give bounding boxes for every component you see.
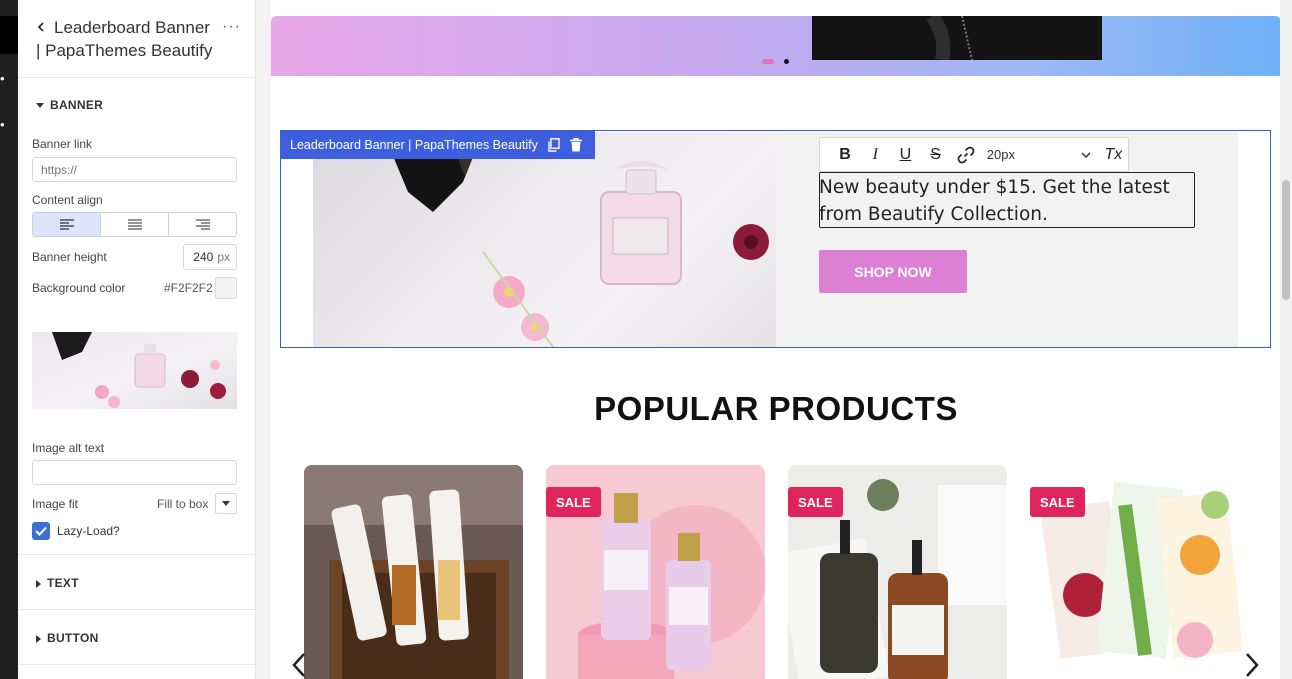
editor-canvas: Leaderboard Banner | PapaThemes Beautify… [256, 0, 1292, 679]
content-align-label: Content align [32, 193, 103, 207]
slide-dot-active[interactable] [762, 59, 774, 64]
italic-button[interactable]: I [860, 137, 890, 172]
font-size-value: 20px [986, 147, 1015, 162]
sale-badge: SALE [1030, 487, 1085, 517]
hero-model-image [812, 11, 1102, 62]
image-fit-value[interactable]: Fill to box [157, 497, 208, 511]
caret-right-icon [36, 634, 41, 643]
rail-dot-icon[interactable]: • [0, 72, 10, 86]
image-alt-label: Image alt text [32, 441, 105, 455]
perfume-flowers-image [52, 332, 226, 408]
banner-height-input[interactable]: 240 px [183, 244, 237, 270]
align-left-icon [59, 219, 74, 230]
caret-down-icon [222, 501, 230, 506]
page-scrollbar[interactable] [1280, 0, 1292, 679]
settings-panel: Leaderboard Banner | PapaThemes Beautify… [18, 0, 256, 679]
block-label-bar: Leaderboard Banner | PapaThemes Beautify [280, 131, 595, 159]
banner-height-unit: px [217, 250, 230, 264]
strikethrough-button[interactable]: S [920, 137, 950, 172]
panel-title: Leaderboard Banner [54, 18, 210, 37]
product-image [304, 465, 523, 679]
banner-image-thumbnail[interactable] [32, 332, 237, 409]
checkmark-icon [35, 526, 47, 536]
align-right-icon [195, 219, 210, 230]
divider [18, 554, 255, 555]
link-icon [957, 146, 975, 163]
product-card[interactable]: SALE [1030, 465, 1249, 679]
slide-dot[interactable] [784, 59, 789, 64]
hero-photo [812, 11, 1102, 62]
section-button-header[interactable]: BUTTON [36, 631, 99, 645]
font-size-select[interactable]: 20px [987, 147, 1099, 162]
hero-slideshow[interactable] [271, 11, 1281, 76]
product-card[interactable] [304, 465, 523, 679]
scrollbar-thumb[interactable] [1282, 180, 1290, 300]
clear-format-button[interactable]: Tx [1099, 137, 1128, 172]
product-card[interactable]: SALE [546, 465, 765, 679]
trash-icon[interactable] [569, 138, 582, 152]
lazy-load-label: Lazy-Load? [57, 524, 120, 538]
caret-right-icon [36, 579, 41, 588]
carousel-prev-icon[interactable] [286, 650, 310, 679]
section-text-header[interactable]: TEXT [36, 576, 79, 590]
banner-link-input[interactable] [32, 157, 237, 182]
align-left-button[interactable] [33, 213, 101, 236]
sale-badge: SALE [788, 487, 843, 517]
block-label: Leaderboard Banner | PapaThemes Beautify [290, 138, 538, 152]
background-color-label: Background color [32, 281, 126, 295]
image-alt-input[interactable] [32, 460, 237, 485]
sale-badge: SALE [546, 487, 601, 517]
duplicate-icon[interactable] [548, 138, 560, 152]
banner-link-label: Banner link [32, 137, 93, 151]
background-color-hex: #F2F2F2 [164, 281, 213, 295]
chevron-down-icon [1081, 151, 1091, 158]
bold-button[interactable]: B [830, 137, 860, 172]
align-right-button[interactable] [169, 213, 236, 236]
store-page-preview: Leaderboard Banner | PapaThemes Beautify… [271, 0, 1281, 679]
app-rail: • • [0, 0, 18, 679]
banner-height-label: Banner height [32, 250, 107, 264]
carousel-next-icon[interactable] [1241, 650, 1265, 679]
shop-now-button[interactable]: SHOP NOW [819, 250, 967, 293]
rail-dot-icon[interactable]: • [0, 118, 10, 132]
align-center-icon [127, 219, 142, 230]
divider [18, 664, 255, 665]
text-format-toolbar: B I U S 20px Tx [819, 137, 1129, 172]
more-options-button[interactable]: ··· [222, 18, 241, 36]
rail-active-tab[interactable] [0, 16, 18, 54]
section-banner-header[interactable]: BANNER [36, 98, 103, 112]
divider [18, 77, 255, 78]
link-button[interactable] [951, 137, 981, 172]
caret-down-icon [36, 103, 44, 109]
product-card[interactable]: SALE [788, 465, 1007, 679]
underline-button[interactable]: U [890, 137, 920, 172]
back-arrow-icon[interactable] [36, 22, 46, 32]
banner-height-value: 240 [193, 250, 214, 264]
popular-products-title: POPULAR PRODUCTS [594, 390, 958, 427]
align-center-button[interactable] [101, 213, 169, 236]
image-fit-dropdown[interactable] [215, 493, 237, 514]
background-color-swatch[interactable] [215, 277, 237, 299]
image-fit-label: Image fit [32, 497, 79, 511]
headline-edit-box [819, 172, 1195, 228]
content-align-group [32, 212, 237, 237]
panel-title-line2: | PapaThemes Beautify [36, 41, 213, 60]
lazy-load-checkbox[interactable] [32, 522, 50, 540]
divider [18, 609, 255, 610]
